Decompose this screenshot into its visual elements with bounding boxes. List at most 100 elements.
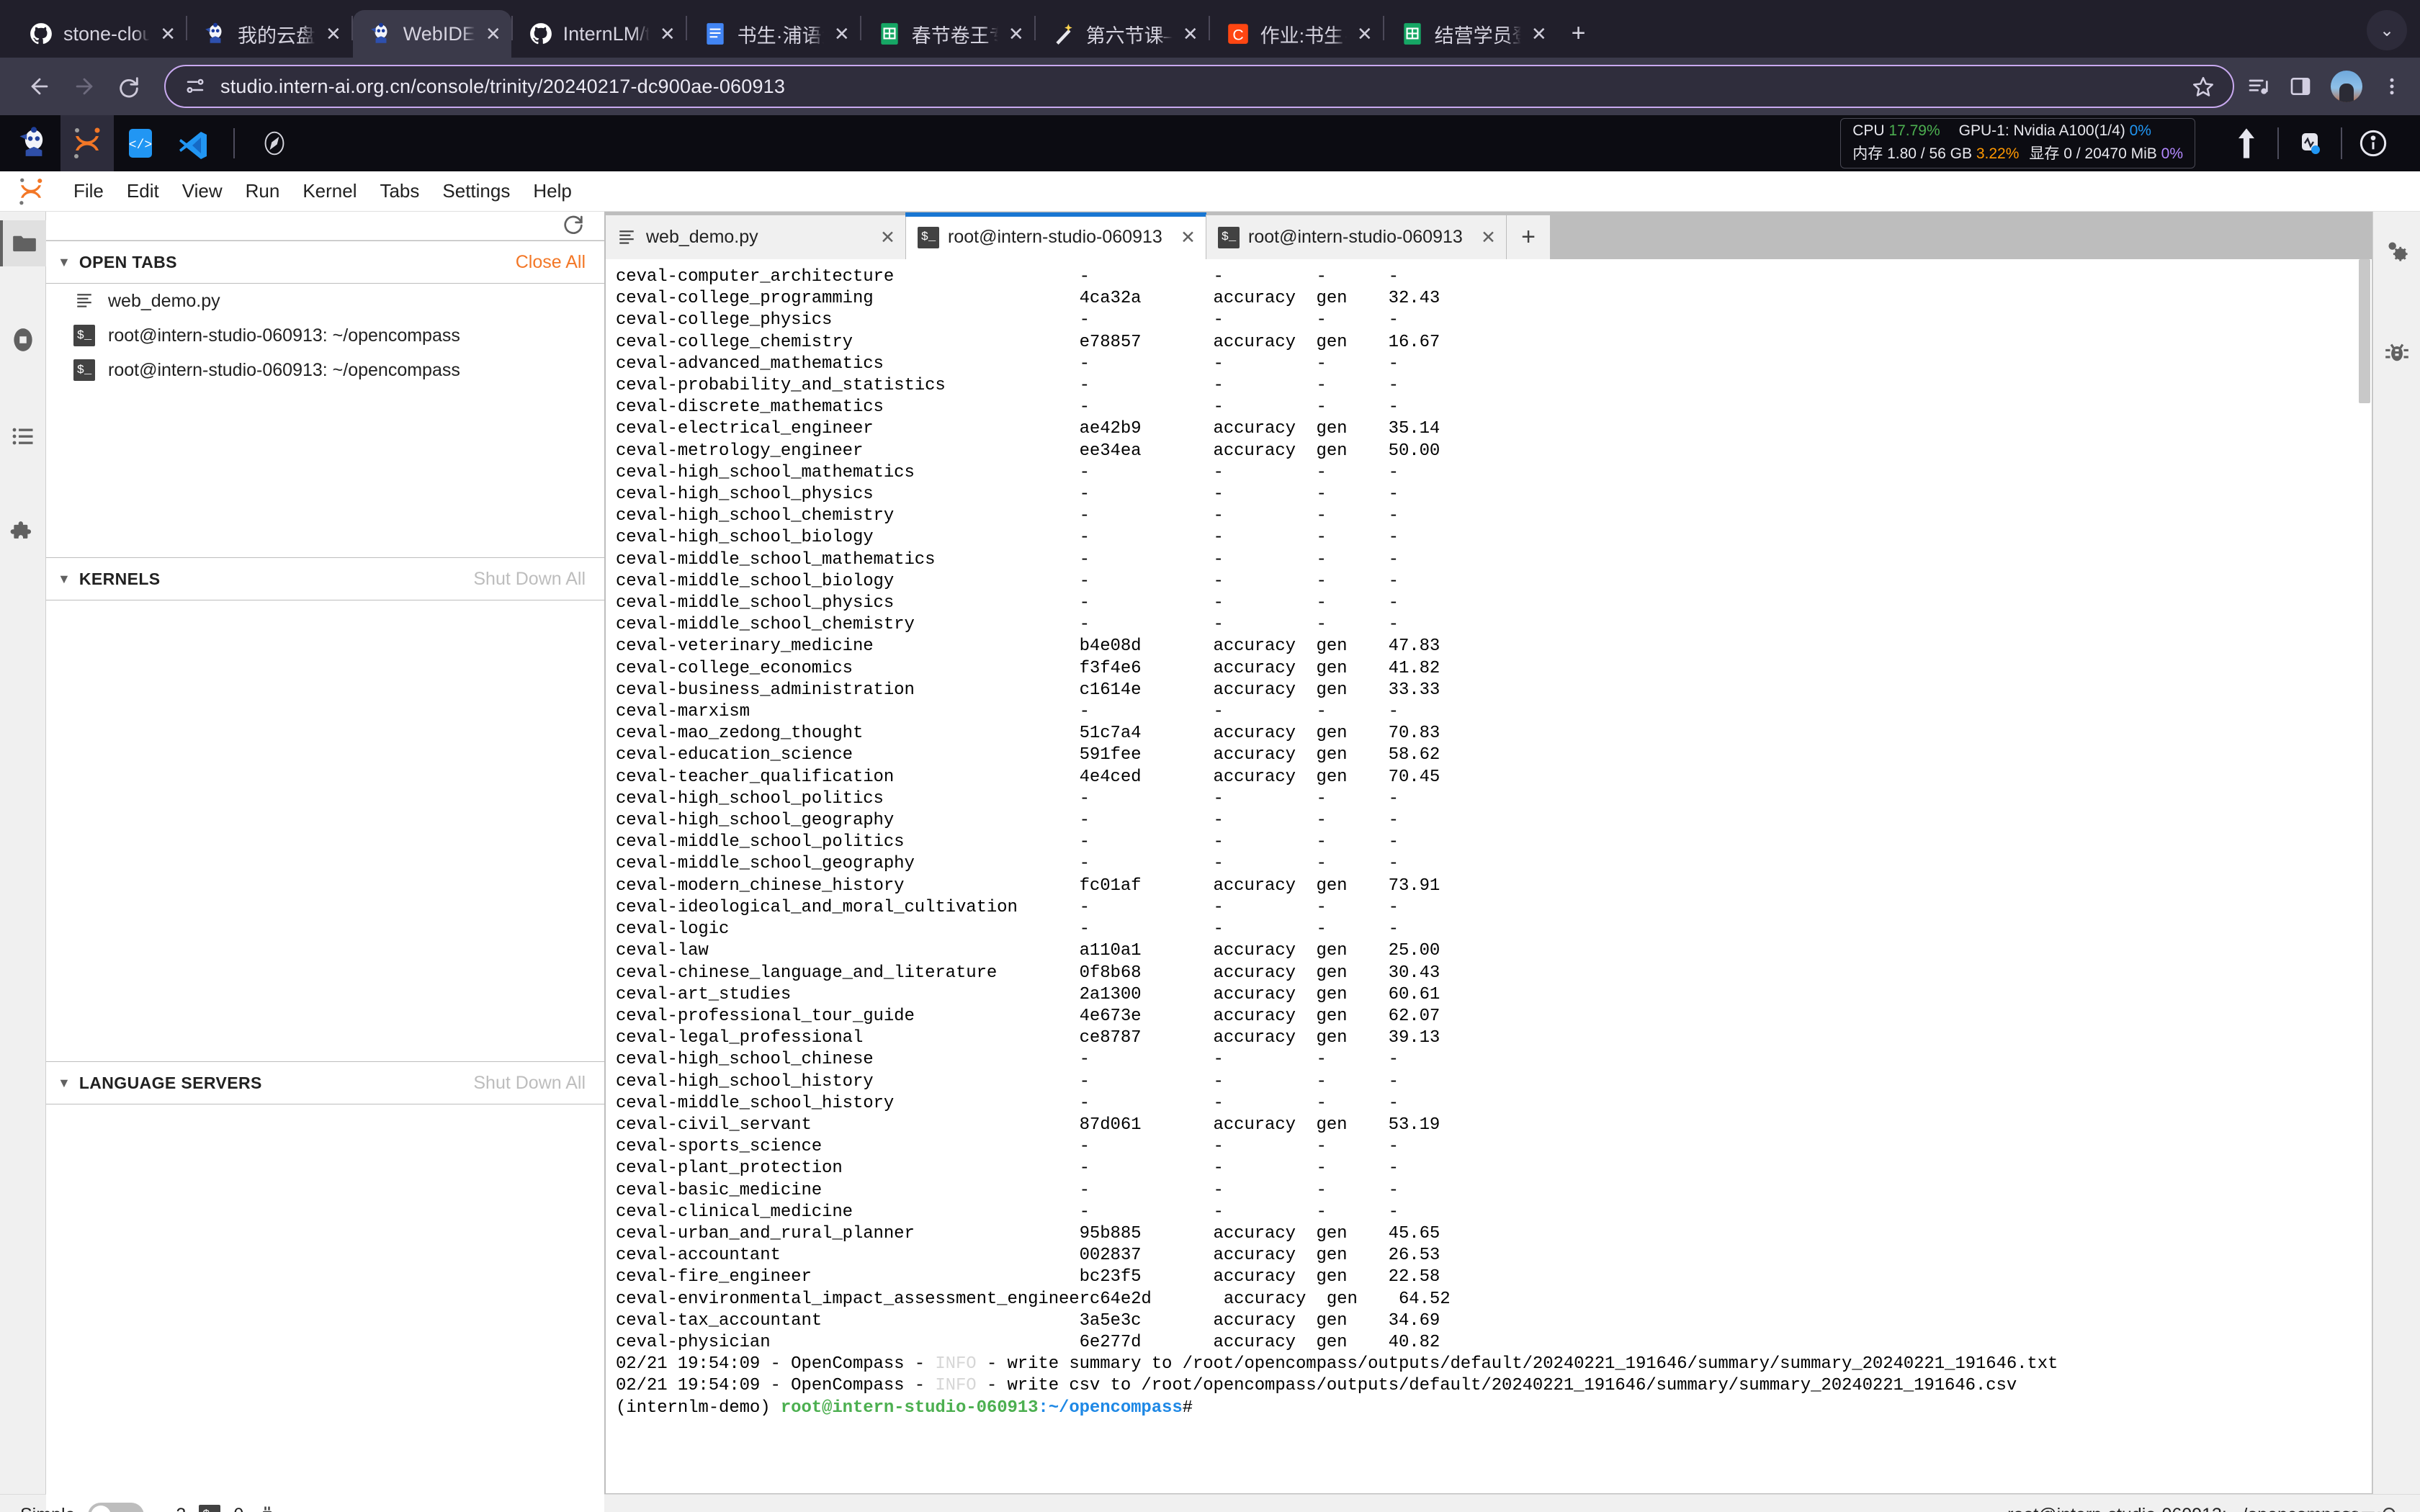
close-icon[interactable]: ✕ xyxy=(1357,23,1373,45)
close-icon[interactable]: ✕ xyxy=(660,23,676,45)
terminal-scrollbar[interactable] xyxy=(2359,259,2370,403)
jupyterlab-main: ▼ OPEN TABS Close All web_demo.py $_ root@int… xyxy=(0,212,2420,1512)
list-item[interactable]: $_ root@intern-studio-060913: ~/opencompa… xyxy=(46,318,604,353)
chevron-down-icon[interactable]: ▼ xyxy=(58,1076,71,1091)
list-item-label: root@intern-studio-060913: ~/opencompass xyxy=(108,359,460,380)
section-action-button[interactable]: Shut Down All xyxy=(473,569,586,590)
browser-tab[interactable]: stone-cloud ✕ xyxy=(13,10,186,58)
star-icon[interactable] xyxy=(2192,76,2214,97)
browser-tab[interactable]: 第六节课—作业 ✕ xyxy=(1036,10,1209,58)
side-panel-icon[interactable] xyxy=(2289,75,2312,98)
text-file-icon xyxy=(73,291,95,311)
gpu-value: 0% xyxy=(2129,122,2151,139)
file-browser-icon[interactable] xyxy=(0,220,46,266)
browser-tab[interactable]: 结营学员登记表 - F ✕ xyxy=(1384,10,1557,58)
browser-tab[interactable]: 我的云盘 ✕ xyxy=(187,10,351,58)
dock-tab[interactable]: web_demo.py ✕ xyxy=(605,215,906,259)
simple-mode-toggle[interactable] xyxy=(88,1502,145,1512)
browser-tab-title: 第六节课—作业 xyxy=(1085,24,1173,47)
close-icon[interactable]: ✕ xyxy=(326,23,341,45)
watermark: CSDN @石头变钻石？ xyxy=(2244,1506,2390,1512)
network-monitor-icon[interactable] xyxy=(2279,129,2341,158)
svg-text:</>: </> xyxy=(129,138,152,153)
property-inspector-icon[interactable] xyxy=(2374,228,2420,274)
chevron-down-icon[interactable]: ▼ xyxy=(58,572,71,587)
browser-tab[interactable]: InternLM/tutorial ( ✕ xyxy=(513,10,686,58)
cpu-value: 17.79% xyxy=(1888,122,1940,139)
address-bar[interactable]: studio.intern-ai.org.cn/console/trinity/… xyxy=(164,65,2234,108)
add-tab-button[interactable]: + xyxy=(1506,215,1551,259)
close-icon[interactable]: ✕ xyxy=(1008,23,1024,45)
new-tab-button[interactable]: + xyxy=(1557,19,1600,58)
close-icon[interactable]: ✕ xyxy=(1183,23,1198,45)
browser-tab[interactable]: 书生·浦语大模型实 ✕ xyxy=(687,10,860,58)
section-action-button[interactable]: Shut Down All xyxy=(473,1073,586,1094)
code-server-icon[interactable]: </> xyxy=(114,115,167,171)
dock-tab[interactable]: $_ root@intern-studio-060913 ✕ xyxy=(905,212,1206,259)
docs-icon xyxy=(703,22,727,46)
terminal-icon: $_ xyxy=(918,226,939,248)
simple-mode-label: Simple xyxy=(20,1505,75,1512)
dock-tab[interactable]: $_ root@intern-studio-060913 ✕ xyxy=(1206,215,1507,259)
debugger-icon[interactable] xyxy=(2374,328,2420,374)
close-icon[interactable]: ✕ xyxy=(1180,227,1196,248)
reload-icon[interactable] xyxy=(107,64,151,109)
forward-icon[interactable] xyxy=(62,64,107,109)
panel-toolbar xyxy=(46,212,604,240)
back-icon[interactable] xyxy=(17,64,62,109)
menu-item-kernel[interactable]: Kernel xyxy=(291,180,368,202)
menu-item-settings[interactable]: Settings xyxy=(431,180,521,202)
close-icon[interactable]: ✕ xyxy=(880,227,895,248)
sheets-icon xyxy=(1400,22,1425,46)
github-icon xyxy=(29,22,53,46)
menu-item-run[interactable]: Run xyxy=(234,180,292,202)
kebab-menu-icon[interactable] xyxy=(2381,76,2403,97)
vscode-icon[interactable] xyxy=(167,115,220,171)
table-of-contents-icon[interactable] xyxy=(0,413,46,459)
close-icon[interactable]: ✕ xyxy=(1481,227,1496,248)
canvas-icon: C xyxy=(1226,22,1250,46)
media-control-icon[interactable] xyxy=(2247,75,2270,98)
browser-tab-title: InternLM/tutorial ( xyxy=(563,22,650,45)
vram-value: 0% xyxy=(2161,145,2183,162)
dock-area: web_demo.py ✕ $_ root@intern-studio-060913 ✕… xyxy=(605,212,2372,1494)
dock-tab-label: root@intern-studio-060913 xyxy=(1248,227,1463,247)
browser-tab[interactable]: 春节卷王专场信息登 ✕ xyxy=(861,10,1034,58)
terminal-view[interactable]: ceval-computer_architecture - - - - ceva… xyxy=(605,259,2372,1494)
close-icon[interactable]: ✕ xyxy=(834,23,850,45)
menu-item-edit[interactable]: Edit xyxy=(115,180,171,202)
menu-item-view[interactable]: View xyxy=(171,180,234,202)
menu-item-help[interactable]: Help xyxy=(521,180,583,202)
jupyter-icon[interactable] xyxy=(60,115,114,171)
refresh-icon[interactable] xyxy=(561,212,586,240)
menu-item-file[interactable]: File xyxy=(62,180,115,202)
browser-tab[interactable]: WebIDE ✕ xyxy=(352,10,511,58)
compass-icon[interactable] xyxy=(248,115,301,171)
close-icon[interactable]: ✕ xyxy=(160,23,176,45)
section-header-language-servers[interactable]: ▼ LANGUAGE SERVERS Shut Down All xyxy=(46,1061,604,1104)
upgrade-arrow-icon[interactable] xyxy=(2215,127,2277,159)
chevron-down-icon[interactable]: ▼ xyxy=(58,255,71,270)
list-item[interactable]: web_demo.py xyxy=(46,284,604,318)
url-text[interactable]: studio.intern-ai.org.cn/console/trinity/… xyxy=(220,76,785,98)
info-icon[interactable] xyxy=(2342,129,2404,158)
internlm-logo-icon[interactable] xyxy=(7,115,60,171)
section-action-button[interactable]: Close All xyxy=(516,252,586,273)
close-icon[interactable]: ✕ xyxy=(1531,23,1547,45)
browser-tab-title: 书生·浦语大模型实 xyxy=(737,24,824,47)
tab-list-button[interactable]: ⌄ xyxy=(2367,10,2407,50)
list-item[interactable]: $_ root@intern-studio-060913: ~/opencompa… xyxy=(46,353,604,387)
section-header-open-tabs[interactable]: ▼ OPEN TABS Close All xyxy=(46,240,604,284)
close-icon[interactable]: ✕ xyxy=(485,23,501,45)
section-header-kernels[interactable]: ▼ KERNELS Shut Down All xyxy=(46,557,604,600)
internlm-icon xyxy=(369,22,393,46)
running-sessions-icon[interactable] xyxy=(0,317,46,363)
browser-tab-title: stone-cloud xyxy=(63,22,151,45)
profile-avatar[interactable] xyxy=(2331,71,2362,102)
menu-item-tabs[interactable]: Tabs xyxy=(368,180,431,202)
permissions-icon[interactable] xyxy=(184,76,206,97)
section-body: web_demo.py $_ root@intern-studio-060913: … xyxy=(46,284,604,557)
text-file-icon xyxy=(617,228,637,248)
extension-manager-icon[interactable] xyxy=(0,510,46,556)
browser-tab[interactable]: C 作业:书生·浦语大模 ✕ xyxy=(1210,10,1383,58)
